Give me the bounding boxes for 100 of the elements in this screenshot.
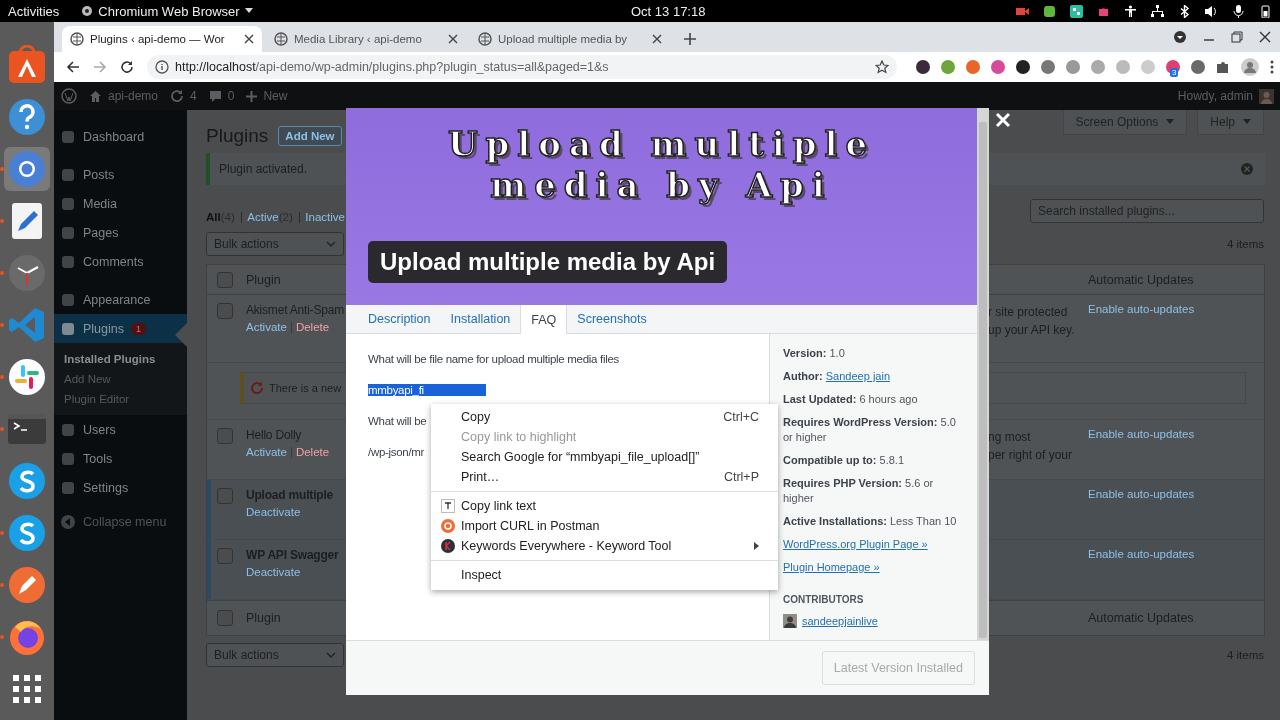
browser-icon[interactable] (7, 149, 47, 189)
wordpress-logo-icon[interactable] (61, 88, 77, 104)
restore-icon[interactable] (1231, 31, 1243, 43)
call-app-icon[interactable] (7, 513, 47, 553)
extension-icon[interactable] (1016, 60, 1030, 74)
menu-item[interactable]: Import CURL in Postman (431, 516, 778, 536)
sidebar-item[interactable]: Users (54, 415, 187, 444)
accessibility-icon[interactable] (1124, 4, 1137, 18)
menu-item[interactable]: Print… Ctrl+P (431, 467, 778, 487)
menu-item[interactable]: Keywords Everywhere - Keyword Tool (431, 536, 778, 556)
sidebar-item[interactable]: Comments (54, 247, 187, 276)
square-icon (60, 479, 76, 496)
dialog-tab[interactable]: Installation (440, 305, 521, 333)
action-link[interactable]: Deactivate (246, 566, 301, 578)
plugin-title: Upload multiple media by Api (368, 241, 728, 283)
auto-update-link[interactable]: Enable auto-updates (1088, 488, 1264, 539)
microphone-icon[interactable] (1232, 4, 1245, 18)
help-icon[interactable] (7, 97, 47, 137)
menu-item[interactable]: Copy Ctrl+C (431, 407, 778, 427)
row-checkbox[interactable] (217, 428, 233, 444)
plugin-page-link[interactable]: WordPress.org Plugin Page » (783, 537, 964, 552)
extension-icon[interactable] (916, 60, 930, 74)
add-new-button[interactable]: Add New (278, 126, 342, 146)
browser-tab[interactable]: Plugins ‹ api-demo — Wor (62, 26, 262, 52)
filter-link[interactable]: Inactive (305, 211, 345, 223)
menu-icon[interactable] (1270, 60, 1274, 74)
plus-icon[interactable] (246, 90, 258, 102)
clock-icon[interactable] (7, 253, 47, 293)
new-link[interactable]: New (263, 89, 288, 103)
close-icon[interactable] (1259, 31, 1271, 43)
close-icon[interactable] (244, 34, 254, 44)
menu-item[interactable]: Copy link text (431, 496, 778, 516)
author-link[interactable]: Sandeep jain (825, 370, 890, 382)
action-link[interactable]: Activate (246, 321, 287, 333)
sidebar-item[interactable]: Posts (54, 160, 187, 189)
account-menu[interactable]: Howdy, admin (1177, 89, 1253, 103)
pinwheel-icon[interactable] (7, 357, 47, 397)
sidebar-item[interactable]: Settings (54, 473, 187, 502)
action-link[interactable]: Delete (295, 446, 330, 458)
network-icon[interactable] (1151, 4, 1164, 18)
row-checkbox[interactable] (217, 488, 233, 504)
submenu-item[interactable]: Plugin Editor (54, 389, 187, 409)
profile-icon[interactable] (1241, 58, 1259, 76)
volume-icon[interactable] (1205, 4, 1218, 18)
row-checkbox[interactable] (217, 548, 233, 564)
comment-icon[interactable] (208, 89, 222, 103)
bluetooth-icon[interactable] (1178, 4, 1191, 18)
battery-icon[interactable] (1259, 4, 1272, 18)
action-link[interactable]: Delete (295, 321, 330, 333)
dialog-tab[interactable]: Description (358, 305, 441, 333)
menu-item[interactable]: Inspect (431, 565, 778, 585)
scrollbar[interactable] (977, 108, 989, 640)
close-icon[interactable] (448, 34, 458, 44)
extension-icon[interactable]: 3 (1166, 60, 1180, 74)
sidebar-item[interactable]: Tools (54, 444, 187, 473)
site-link[interactable]: api-demo (108, 89, 159, 103)
menu-item[interactable]: Search Google for “mmbyapi_file_upload[]” (431, 447, 778, 467)
tab-search-icon[interactable] (1173, 30, 1187, 44)
reload-icon[interactable] (120, 60, 134, 74)
sidebar-item[interactable]: Pages (54, 218, 187, 247)
dialog-tab[interactable]: Screenshots (567, 305, 657, 333)
clock[interactable]: Oct 13 17:18 (631, 3, 706, 19)
browser-tab[interactable]: Media Library ‹ api-demo (266, 26, 466, 52)
comment-count[interactable]: 0 (227, 89, 235, 103)
shopping-bag-icon[interactable] (7, 45, 47, 85)
sidebar-item[interactable]: Dashboard (54, 122, 187, 151)
activities-button[interactable]: Activities (8, 3, 60, 19)
collapse-menu-button[interactable]: Collapse menu (54, 507, 187, 536)
plugin-page-link[interactable]: Plugin Homepage » (783, 560, 964, 575)
new-tab-icon[interactable] (684, 33, 696, 45)
update-count[interactable]: 4 (190, 89, 197, 103)
browser-icon (81, 5, 94, 17)
auto-update-link[interactable]: Enable auto-updates (1088, 428, 1264, 479)
auto-update-link[interactable]: Enable auto-updates (1088, 303, 1264, 362)
dialog-tab[interactable]: FAQ (520, 305, 568, 334)
row-checkbox[interactable] (217, 303, 233, 319)
puzzle-icon[interactable] (1216, 60, 1230, 74)
contributor-link[interactable]: sandeepjainlive (802, 615, 878, 627)
pen-icon[interactable] (7, 565, 47, 605)
call-app-icon[interactable] (7, 461, 47, 501)
sidebar-item[interactable]: Media (54, 189, 187, 218)
action-link[interactable]: Activate (246, 446, 287, 458)
sidebar-item[interactable]: Appearance (54, 285, 187, 314)
home-icon[interactable] (89, 89, 102, 103)
submenu-item[interactable]: Installed Plugins (54, 349, 187, 369)
submenu-item[interactable]: Add New (54, 369, 187, 389)
shortcut-text: Ctrl+P (723, 470, 759, 484)
auto-update-link[interactable]: Enable auto-updates (1088, 548, 1264, 599)
select-all-checkbox[interactable] (217, 271, 233, 288)
count-badge: 1 (131, 322, 146, 335)
close-icon[interactable] (652, 34, 662, 44)
avatar[interactable] (1259, 88, 1274, 104)
address-bar[interactable]: http://localhost/api-demo/wp-admin/plugins.php?plugin_status=all&paged=1&s (147, 55, 897, 79)
action-link[interactable]: Deactivate (246, 506, 301, 518)
grid-icon[interactable] (1070, 4, 1083, 18)
select-all-checkbox[interactable] (217, 610, 233, 626)
browser-tab[interactable]: Upload multiple media by (470, 26, 670, 52)
refresh-icon[interactable] (170, 89, 185, 103)
app-menu[interactable]: Chromium Web Browser (81, 3, 253, 19)
back-icon[interactable] (66, 60, 80, 74)
